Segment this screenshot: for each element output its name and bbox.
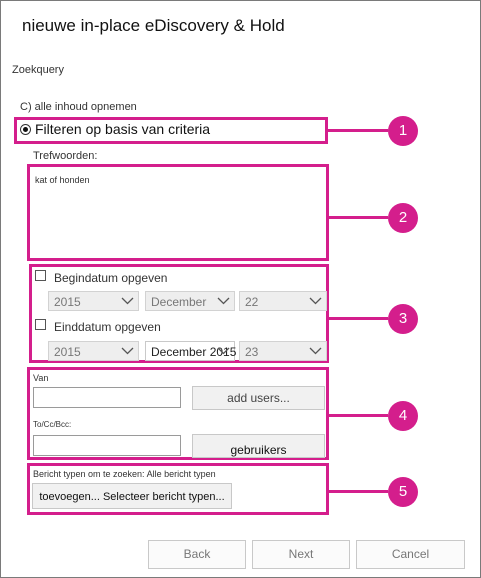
select-message-types-label: toevoegen... Selecteer bericht typen... [39, 491, 225, 503]
callout-badge-4: 4 [388, 401, 418, 431]
end-date-checkbox[interactable] [35, 319, 46, 330]
callout-badge-5: 5 [388, 477, 418, 507]
callout-connector-1 [328, 129, 388, 132]
end-year-value: 2015 [54, 345, 81, 359]
search-query-label: Zoekquery [12, 64, 64, 76]
from-input[interactable] [33, 387, 181, 408]
callout-connector-3 [329, 317, 388, 320]
start-year-select[interactable]: 2015 [48, 291, 139, 311]
chevron-down-icon [309, 297, 322, 305]
end-year-select[interactable]: 2015 [48, 341, 139, 361]
filter-criteria-radio[interactable] [20, 124, 31, 135]
message-types-label: Bericht typen om te zoeken: Alle bericht… [33, 469, 216, 479]
back-button[interactable]: Back [148, 540, 246, 569]
keywords-textarea[interactable]: kat of honden [30, 167, 326, 258]
callout-badge-2: 2 [388, 203, 418, 233]
end-day-select[interactable]: 23 [239, 341, 327, 361]
filter-criteria-label[interactable]: Filteren op basis van criteria [35, 121, 210, 137]
start-date-label: Begindatum opgeven [54, 271, 168, 285]
start-month-select[interactable]: December [145, 291, 235, 311]
to-cc-bcc-input[interactable] [33, 435, 181, 456]
chevron-down-icon [121, 297, 134, 305]
end-day-value: 23 [245, 345, 259, 359]
callout-badge-1: 1 [388, 116, 418, 146]
next-button[interactable]: Next [252, 540, 350, 569]
chevron-down-icon [309, 347, 322, 355]
start-date-checkbox[interactable] [35, 270, 46, 281]
keywords-text: kat of honden [35, 175, 90, 185]
cancel-button[interactable]: Cancel [356, 540, 465, 569]
end-month-select[interactable]: December 2015 [145, 341, 236, 361]
callout-connector-2 [329, 216, 388, 219]
start-year-value: 2015 [54, 295, 81, 309]
start-day-value: 22 [245, 295, 259, 309]
callout-connector-5 [329, 490, 388, 493]
from-label: Van [33, 373, 49, 383]
users-button[interactable]: gebruikers [192, 434, 325, 458]
chevron-down-icon [121, 347, 134, 355]
select-message-types-button[interactable]: toevoegen... Selecteer bericht typen... [32, 483, 232, 509]
add-users-button-label: add users... [227, 391, 290, 405]
users-button-label: gebruikers [230, 443, 287, 457]
chevron-down-icon [217, 347, 230, 355]
end-date-label: Einddatum opgeven [54, 320, 161, 334]
callout-connector-4 [329, 414, 388, 417]
include-all-content-option[interactable]: C) alle inhoud opnemen [20, 101, 137, 113]
start-day-select[interactable]: 22 [239, 291, 327, 311]
add-users-button[interactable]: add users... [192, 386, 325, 410]
to-cc-bcc-label: To/Cc/Bcc: [33, 420, 72, 429]
keywords-label: Trefwoorden: [33, 150, 98, 162]
chevron-down-icon [217, 297, 230, 305]
dialog-title: nieuwe in-place eDiscovery & Hold [22, 16, 285, 35]
start-month-value: December [151, 295, 207, 309]
callout-badge-3: 3 [388, 304, 418, 334]
